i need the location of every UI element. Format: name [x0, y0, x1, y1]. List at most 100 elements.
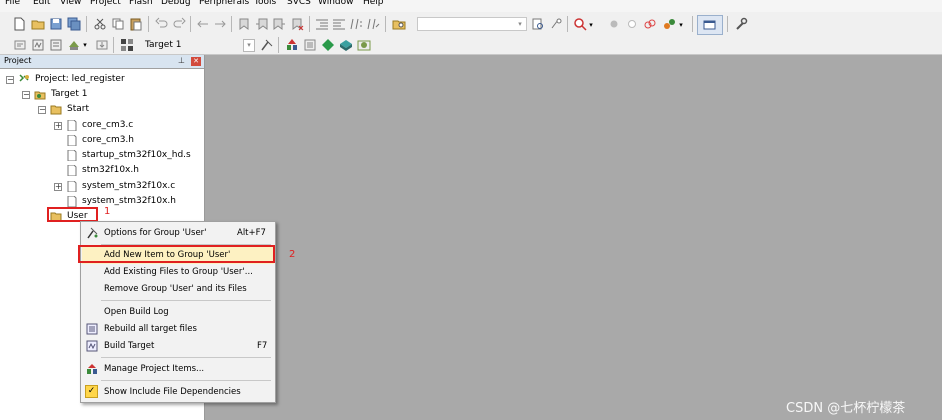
kill-breakpoints-icon[interactable]	[642, 16, 658, 32]
breakpoint-icon[interactable]	[606, 16, 622, 32]
menu-view[interactable]: View	[60, 0, 81, 8]
toolbar-separator	[278, 37, 279, 53]
menu-project[interactable]: Project	[90, 0, 121, 8]
uncomment-icon[interactable]	[365, 16, 381, 32]
configure-icon[interactable]	[661, 16, 677, 32]
chevron-down-icon[interactable]: ▾	[677, 17, 685, 33]
manage-components-icon[interactable]	[284, 37, 300, 53]
toolbar-separator	[567, 16, 568, 32]
indent-icon[interactable]	[314, 16, 330, 32]
batch-build-icon[interactable]	[66, 37, 82, 53]
file-extensions-icon[interactable]	[302, 37, 318, 53]
translate-icon[interactable]	[12, 37, 28, 53]
find-combobox[interactable]: ▾	[417, 17, 527, 31]
project-settings-icon[interactable]	[119, 37, 135, 53]
new-file-icon[interactable]	[11, 16, 27, 32]
download-icon[interactable]	[94, 37, 110, 53]
options-icon	[86, 227, 98, 239]
open-folder-icon[interactable]	[30, 16, 46, 32]
menu-edit[interactable]: Edit	[33, 0, 50, 8]
menu-tools[interactable]: Tools	[254, 0, 276, 8]
menu-item-manage-project-items[interactable]: Manage Project Items...	[82, 361, 274, 378]
paste-icon[interactable]	[128, 16, 144, 32]
menu-item-label: Add Existing Files to Group 'User'...	[104, 267, 253, 277]
chevron-down-icon: ▾	[518, 20, 522, 28]
windows-layout-icon[interactable]	[697, 15, 723, 35]
menu-item-options-for-group[interactable]: Options for Group 'User' Alt+F7	[82, 225, 274, 242]
next-bookmark-icon[interactable]	[271, 16, 287, 32]
chevron-down-icon[interactable]: ▾	[81, 37, 89, 53]
menu-window[interactable]: Window	[318, 0, 354, 8]
clear-bookmarks-icon[interactable]	[289, 16, 305, 32]
target-select[interactable]: Target 1 ▾	[140, 38, 257, 52]
target-options-icon[interactable]	[259, 37, 275, 53]
menu-item-remove-group[interactable]: Remove Group 'User' and its Files	[82, 281, 274, 298]
panel-header: Project ⊥ ✕	[0, 55, 204, 69]
diamond-icon[interactable]	[320, 37, 336, 53]
close-icon[interactable]: ✕	[191, 57, 201, 66]
menu-item-shortcut: Alt+F7	[237, 228, 266, 238]
toolbar-separator	[231, 16, 232, 32]
unindent-icon[interactable]	[331, 16, 347, 32]
navigate-back-icon[interactable]	[195, 16, 211, 32]
menu-item-build-target[interactable]: Build Target F7	[82, 338, 274, 355]
collapse-icon[interactable]: −	[38, 106, 46, 114]
menu-item-label: Show Include File Dependencies	[104, 387, 241, 397]
collapse-icon[interactable]: −	[22, 91, 30, 99]
toolbar-separator	[148, 16, 149, 32]
debug-session-icon[interactable]	[572, 16, 588, 32]
bookmark-icon[interactable]	[236, 16, 252, 32]
comment-icon[interactable]	[348, 16, 364, 32]
incremental-find-icon[interactable]	[548, 16, 564, 32]
annotation-box-user-group	[47, 207, 98, 222]
menu-help[interactable]: Help	[363, 0, 384, 8]
save-icon[interactable]	[48, 16, 64, 32]
wrench-icon[interactable]	[733, 16, 749, 32]
toolbar-separator	[190, 16, 191, 32]
target-select-value: Target 1	[145, 40, 182, 50]
menu-peripherals[interactable]: Peripherals	[199, 0, 249, 8]
panel-title: Project	[4, 56, 32, 65]
menu-debug[interactable]: Debug	[161, 0, 191, 8]
toolbar-separator	[309, 16, 310, 32]
copy-icon[interactable]	[110, 16, 126, 32]
chevron-down-icon[interactable]: ▾	[587, 17, 595, 33]
undo-icon[interactable]	[154, 16, 170, 32]
menu-separator	[101, 300, 271, 301]
disable-breakpoint-icon[interactable]	[624, 16, 640, 32]
find-in-files-icon[interactable]	[391, 16, 407, 32]
software-packs-icon[interactable]	[356, 37, 372, 53]
menu-item-rebuild-all[interactable]: Rebuild all target files	[82, 321, 274, 338]
expand-icon[interactable]: +	[54, 183, 62, 191]
navigate-forward-icon[interactable]	[212, 16, 228, 32]
file-label: system_stm32f10x.c	[82, 181, 176, 191]
rebuild-icon[interactable]	[48, 37, 64, 53]
menu-item-add-existing-files[interactable]: Add Existing Files to Group 'User'...	[82, 264, 274, 281]
menu-file[interactable]: File	[5, 0, 20, 8]
file-label: stm32f10x.h	[82, 165, 139, 175]
menu-item-open-build-log[interactable]: Open Build Log	[82, 304, 274, 321]
project-label: Project: led_register	[35, 74, 125, 84]
pack-installer-icon[interactable]	[338, 37, 354, 53]
toolbar-separator	[385, 16, 386, 32]
prev-bookmark-icon[interactable]	[254, 16, 270, 32]
save-all-icon[interactable]	[66, 16, 82, 32]
file-icon	[66, 195, 78, 208]
pin-icon[interactable]: ⊥	[178, 56, 185, 65]
file-icon	[66, 134, 78, 147]
expand-icon[interactable]: +	[54, 122, 62, 130]
folder-icon	[50, 104, 62, 115]
collapse-icon[interactable]: −	[6, 76, 14, 84]
file-label: startup_stm32f10x_hd.s	[82, 150, 191, 160]
redo-icon[interactable]	[171, 16, 187, 32]
cut-icon[interactable]	[92, 16, 108, 32]
menu-item-label: Manage Project Items...	[104, 364, 205, 374]
menu-flash[interactable]: Flash	[129, 0, 153, 8]
build-toolbar: ▾ Target 1 ▾	[0, 36, 942, 55]
menu-svcs[interactable]: SVCS	[287, 0, 311, 8]
menu-item-shortcut: F7	[257, 341, 268, 351]
menu-item-show-include-deps[interactable]: ✓ Show Include File Dependencies	[82, 384, 274, 401]
build-icon[interactable]	[30, 37, 46, 53]
find-icon[interactable]	[530, 16, 546, 32]
menu-item-label: Rebuild all target files	[104, 324, 197, 334]
